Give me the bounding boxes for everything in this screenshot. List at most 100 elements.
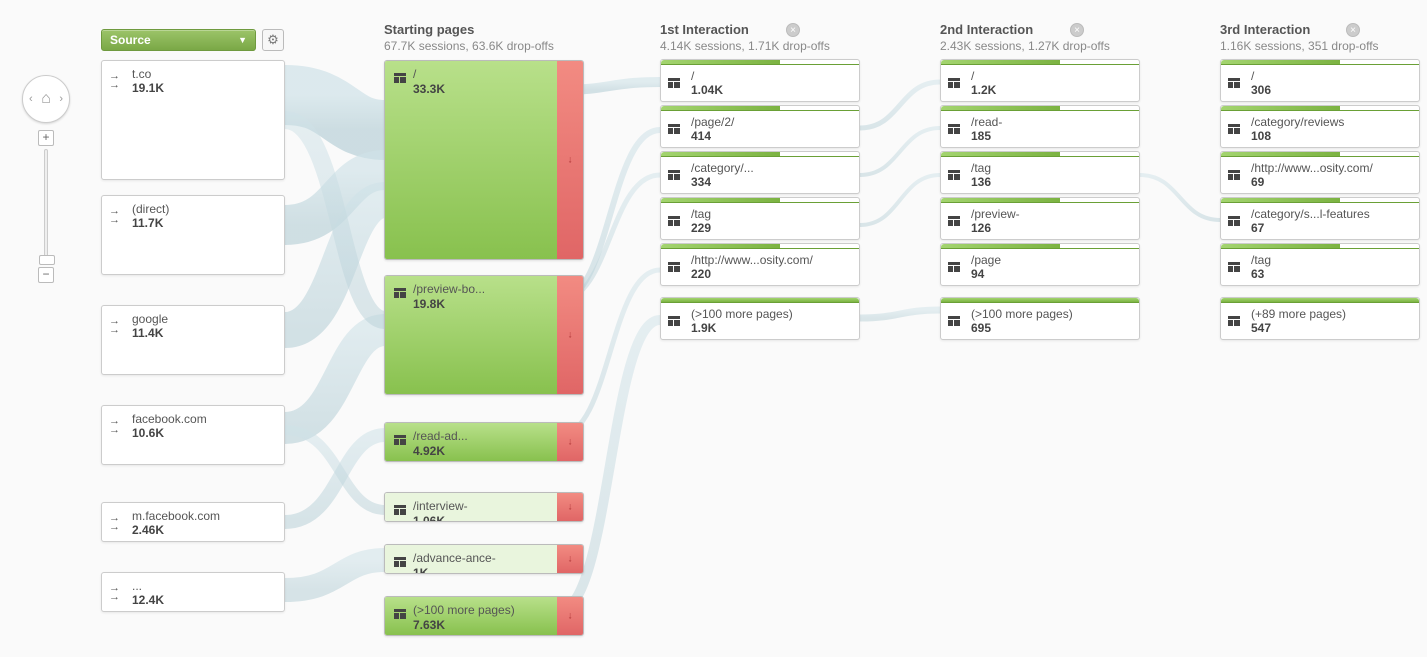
page-group-icon	[1228, 262, 1240, 272]
page-label: /tag	[691, 207, 851, 221]
page-value: 69	[1251, 175, 1411, 189]
page-label: /read-	[971, 115, 1131, 129]
behavior-flow-canvas[interactable]: Source ▼ ⚙ ‹ ⌂ › + − Starting pages67.7K…	[0, 0, 1427, 657]
close-column-icon[interactable]: ×	[1346, 23, 1360, 37]
traffic-arrows-icon: →→	[109, 207, 120, 225]
chevron-right-icon: ›	[59, 93, 63, 105]
traffic-arrows-icon: →→	[109, 72, 120, 90]
interaction-node[interactable]: /tag229	[660, 197, 860, 240]
source-label: t.co	[132, 67, 276, 81]
traffic-arrows-icon: →→	[109, 417, 120, 435]
source-value: 19.1K	[132, 81, 276, 95]
close-column-icon[interactable]: ×	[1070, 23, 1084, 37]
page-label: /tag	[971, 161, 1131, 175]
page-value: 1.9K	[691, 321, 851, 335]
page-group-icon	[948, 170, 960, 180]
page-value: 19.8K	[413, 297, 445, 311]
chevron-left-icon: ‹	[29, 93, 33, 105]
interaction-node[interactable]: /preview-126	[940, 197, 1140, 240]
source-node[interactable]: →→ google11.4K	[101, 305, 285, 375]
column-title: 2nd Interaction	[940, 22, 1110, 37]
page-label: /tag	[1251, 253, 1411, 267]
interaction-node[interactable]: /category/reviews108	[1220, 105, 1420, 148]
page-value: 1.2K	[971, 83, 1131, 97]
source-node[interactable]: →→ t.co19.1K	[101, 60, 285, 180]
home-icon: ⌂	[41, 90, 51, 108]
starting-page-node[interactable]: ↓ /advance-ance-1K	[384, 544, 584, 574]
source-node[interactable]: →→facebook.com10.6K	[101, 405, 285, 465]
starting-page-node[interactable]: ↓/33.3K	[384, 60, 584, 260]
dropoff-arrow-icon: ↓	[568, 155, 573, 166]
page-label: (+89 more pages)	[1251, 307, 1411, 321]
page-group-icon	[394, 435, 406, 445]
interaction-node[interactable]: /http://www...osity.com/220	[660, 243, 860, 286]
interaction-node[interactable]: /1.04K	[660, 59, 860, 102]
page-label: /advance-ance-	[413, 551, 496, 565]
interaction-node[interactable]: /read-185	[940, 105, 1140, 148]
traffic-arrows-icon: →→	[109, 317, 120, 335]
interaction-node[interactable]: /1.2K	[940, 59, 1140, 102]
interaction-node[interactable]: /category/...334	[660, 151, 860, 194]
page-value: 94	[971, 267, 1131, 281]
page-group-icon	[948, 262, 960, 272]
page-value: 1.04K	[691, 83, 851, 97]
zoom-in-button[interactable]: +	[38, 130, 54, 146]
gear-icon: ⚙	[267, 32, 279, 48]
page-group-icon	[948, 216, 960, 226]
interaction-node[interactable]: /tag136	[940, 151, 1140, 194]
dropoff-arrow-icon: ↓	[568, 554, 573, 565]
interaction-node[interactable]: /page94	[940, 243, 1140, 286]
page-value: 229	[691, 221, 851, 235]
interaction-node[interactable]: (>100 more pages)695	[940, 297, 1140, 340]
starting-page-node[interactable]: ↓ (>100 more pages)7.63K	[384, 596, 584, 636]
starting-page-node[interactable]: ↓/read-ad...4.92K	[384, 422, 584, 462]
zoom-slider[interactable]	[44, 149, 48, 264]
source-node[interactable]: →→m.facebook.com2.46K	[101, 502, 285, 542]
interaction-node[interactable]: /category/s...l-features67	[1220, 197, 1420, 240]
dropoff-arrow-icon: ↓	[568, 330, 573, 341]
zoom-handle[interactable]	[39, 255, 55, 265]
page-label: /interview-	[413, 499, 468, 513]
source-value: 11.7K	[132, 216, 276, 230]
zoom-out-button[interactable]: −	[38, 267, 54, 283]
page-value: 1K	[413, 566, 428, 574]
close-column-icon[interactable]: ×	[786, 23, 800, 37]
interaction-node[interactable]: (>100 more pages)1.9K	[660, 297, 860, 340]
interaction-node[interactable]: (+89 more pages)547	[1220, 297, 1420, 340]
page-label: (>100 more pages)	[971, 307, 1131, 321]
column-title: 1st Interaction	[660, 22, 830, 37]
page-group-icon	[668, 124, 680, 134]
source-node[interactable]: →→(direct)11.7K	[101, 195, 285, 275]
starting-page-node[interactable]: ↓/interview-1.06K	[384, 492, 584, 522]
page-value: 1.06K	[413, 514, 445, 522]
page-label: /	[413, 67, 416, 81]
source-label: google	[132, 312, 276, 326]
column-title: Starting pages	[384, 22, 554, 37]
source-value: 2.46K	[132, 523, 276, 537]
page-label: /page/2/	[691, 115, 851, 129]
dimension-dropdown[interactable]: Source ▼	[101, 29, 256, 51]
starting-page-node[interactable]: ↓/preview-bo...19.8K	[384, 275, 584, 395]
dropoff-arrow-icon: ↓	[568, 611, 573, 622]
nav-home-button[interactable]: ‹ ⌂ ›	[22, 75, 70, 123]
interaction-node[interactable]: /tag63	[1220, 243, 1420, 286]
page-label: /http://www...osity.com/	[691, 253, 851, 267]
interaction-node[interactable]: /http://www...osity.com/69	[1220, 151, 1420, 194]
page-group-icon	[668, 170, 680, 180]
source-node[interactable]: →→...12.4K	[101, 572, 285, 612]
interaction-node[interactable]: /page/2/414	[660, 105, 860, 148]
page-group-icon	[394, 557, 406, 567]
page-value: 220	[691, 267, 851, 281]
column-header: ×1st Interaction4.14K sessions, 1.71K dr…	[660, 22, 830, 53]
page-label: (>100 more pages)	[413, 603, 515, 617]
settings-button[interactable]: ⚙	[262, 29, 284, 51]
interaction-node[interactable]: /306	[1220, 59, 1420, 102]
page-value: 67	[1251, 221, 1411, 235]
page-value: 7.63K	[413, 618, 445, 632]
column-header: Starting pages67.7K sessions, 63.6K drop…	[384, 22, 554, 53]
page-group-icon	[948, 316, 960, 326]
zoom-control: + −	[41, 130, 51, 285]
page-value: 63	[1251, 267, 1411, 281]
page-group-icon	[948, 78, 960, 88]
source-value: 11.4K	[132, 326, 276, 340]
